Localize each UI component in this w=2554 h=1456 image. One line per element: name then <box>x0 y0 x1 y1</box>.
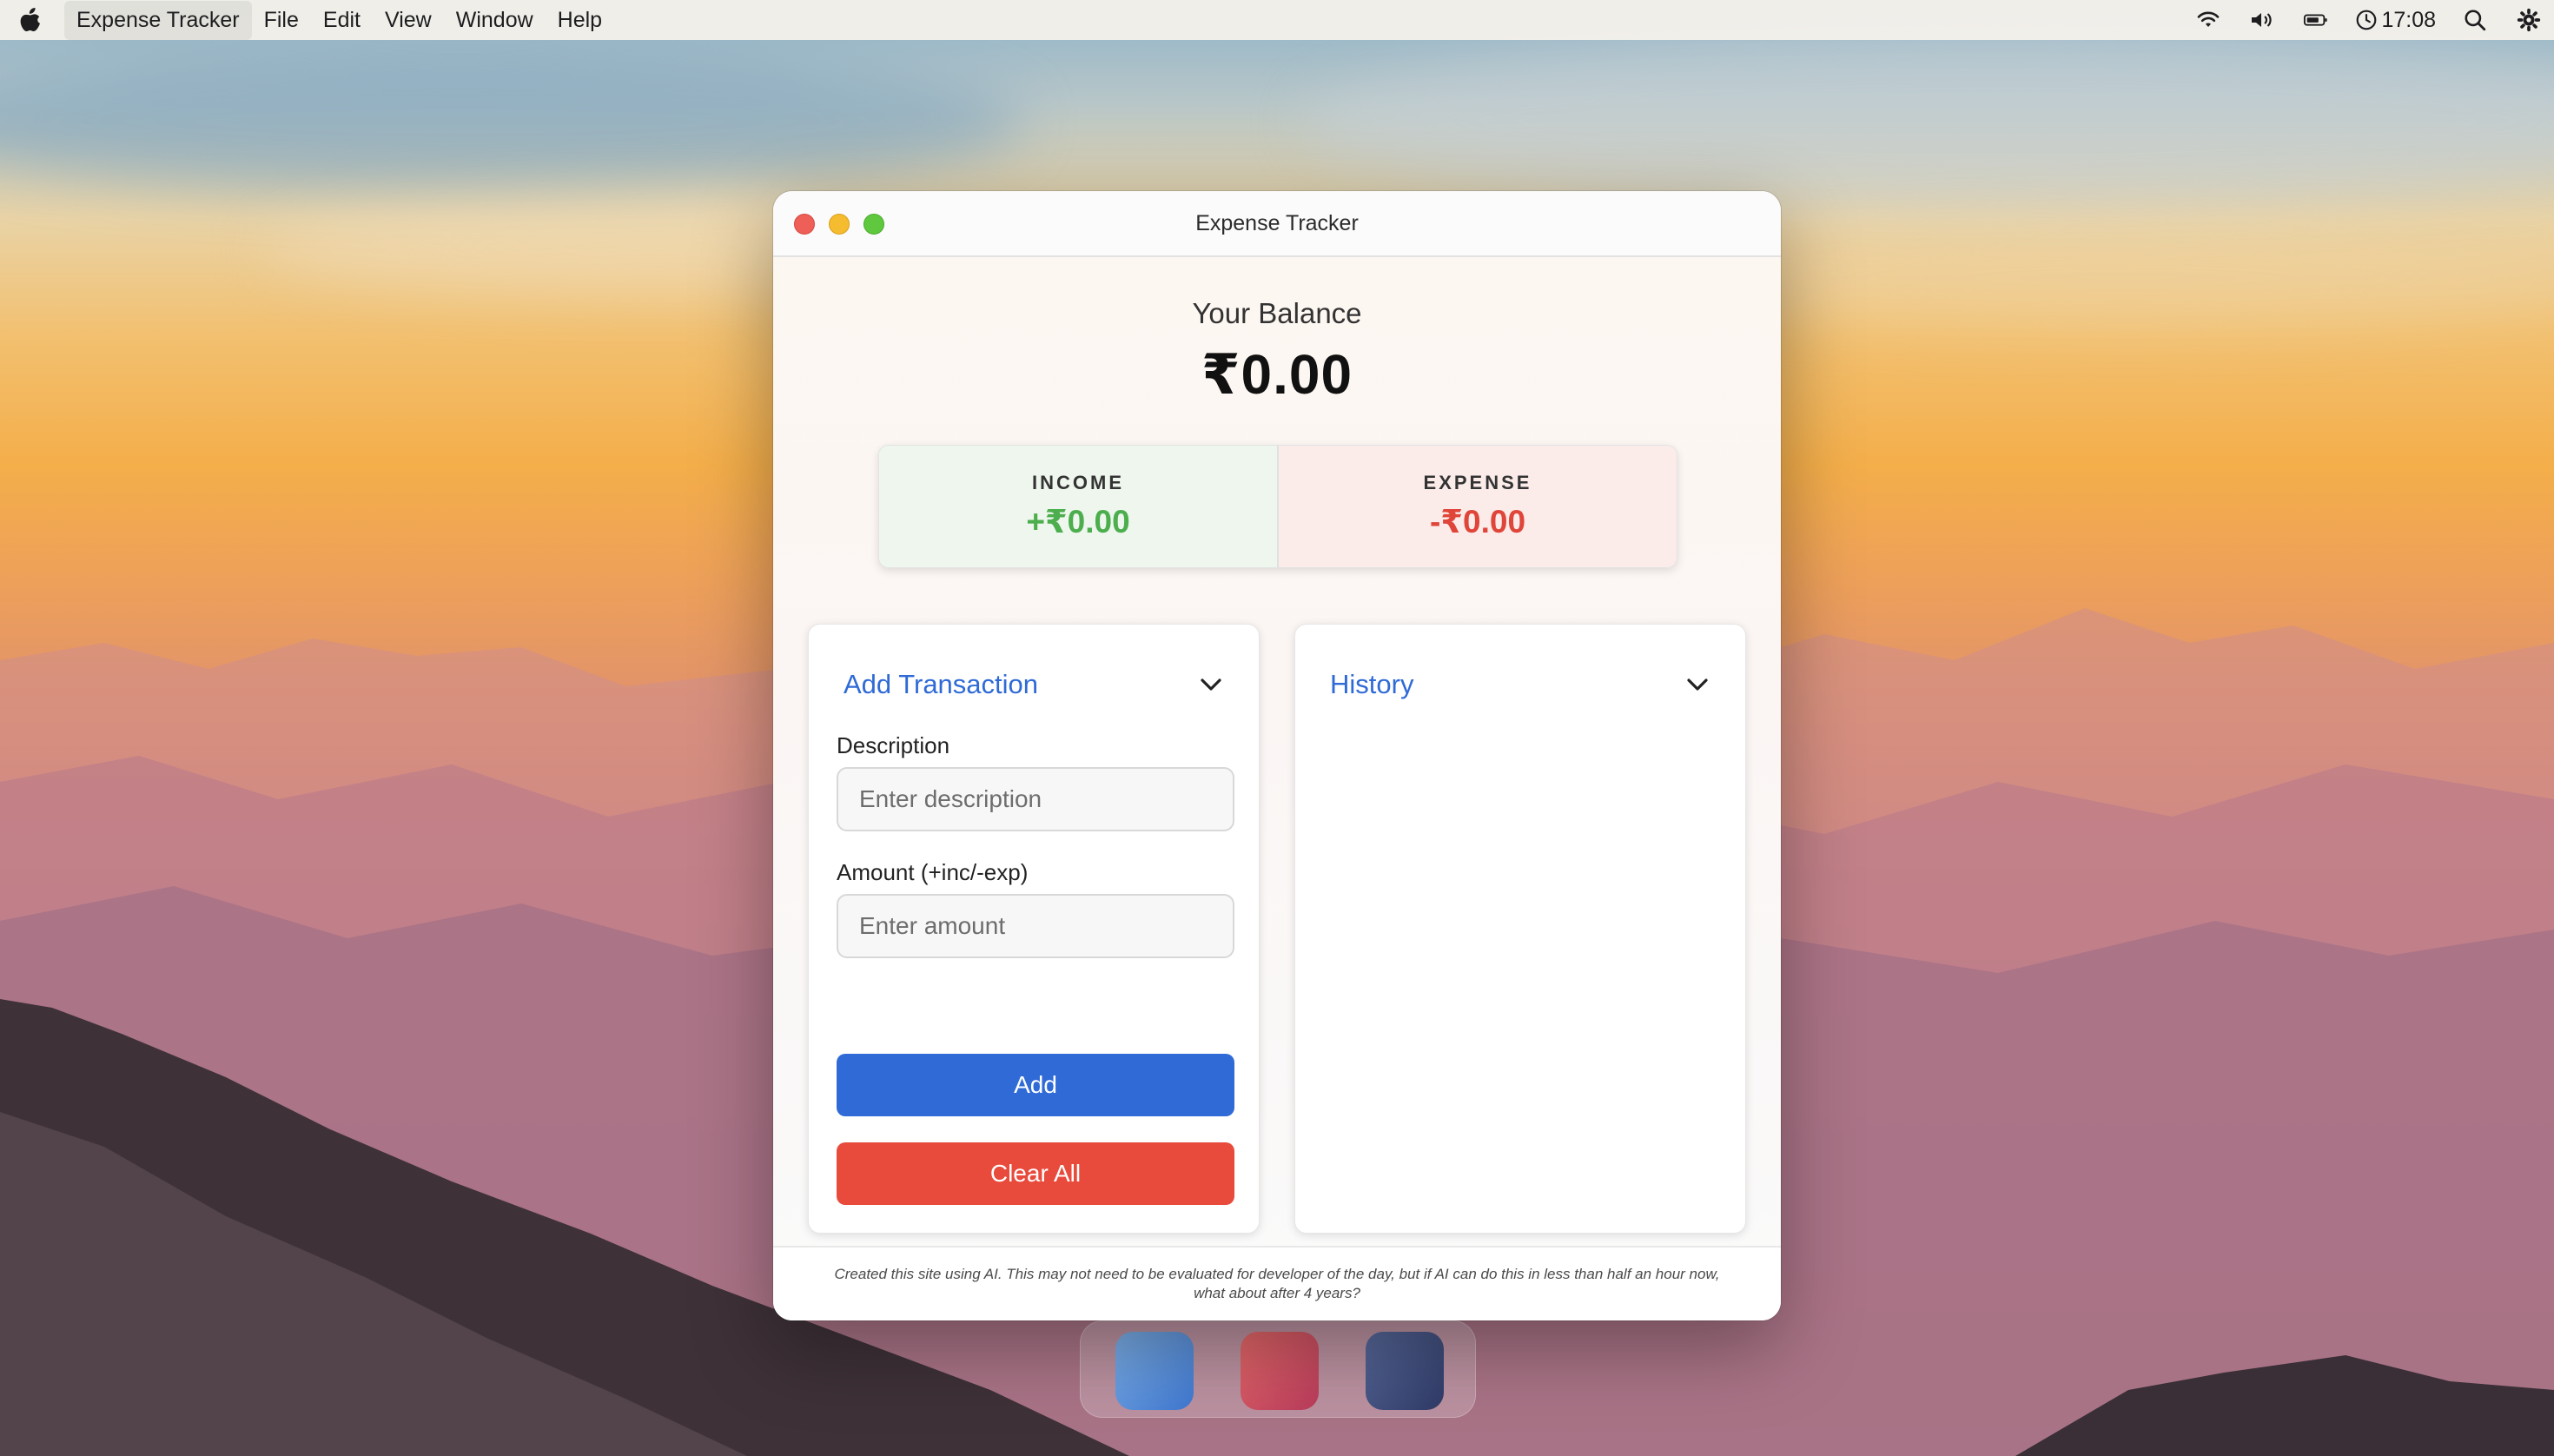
income-panel: INCOME +₹0.00 <box>879 446 1279 567</box>
menu-bar: Expense Tracker File Edit View Window He… <box>0 0 2554 40</box>
minimize-window-button[interactable] <box>829 214 850 235</box>
menu-help[interactable]: Help <box>546 1 614 40</box>
status-area: 17:08 <box>2193 7 2544 33</box>
menu-view[interactable]: View <box>373 1 444 40</box>
window-titlebar[interactable]: Expense Tracker <box>773 191 1781 257</box>
volume-icon[interactable] <box>2247 7 2277 33</box>
window-controls <box>794 214 884 235</box>
menu-window[interactable]: Window <box>444 1 546 40</box>
amount-label: Amount (+inc/-exp) <box>837 859 1029 885</box>
chevron-down-icon[interactable] <box>1683 670 1712 699</box>
income-value: +₹0.00 <box>1026 504 1130 539</box>
history-card: History <box>1294 624 1746 1234</box>
clock[interactable]: 17:08 <box>2355 8 2436 33</box>
menu-file[interactable]: File <box>252 1 311 40</box>
wifi-icon[interactable] <box>2193 7 2223 33</box>
clock-time: 17:08 <box>2381 7 2436 32</box>
clear-all-button[interactable]: Clear All <box>837 1142 1234 1205</box>
dock <box>1080 1320 1476 1418</box>
income-label: INCOME <box>1032 472 1124 493</box>
apple-logo-icon[interactable] <box>17 6 43 34</box>
maximize-window-button[interactable] <box>863 214 884 235</box>
expense-tracker-window: Expense Tracker Your Balance ₹0.00 INCOM… <box>773 191 1781 1320</box>
expense-value: -₹0.00 <box>1429 504 1526 539</box>
history-title: History <box>1330 669 1414 699</box>
balance-value: ₹0.00 <box>1201 343 1353 406</box>
amount-input[interactable] <box>837 894 1234 958</box>
dock-charts-app-icon[interactable] <box>1366 1332 1444 1410</box>
dock-money-app-icon[interactable] <box>1241 1332 1319 1410</box>
menu-app-name[interactable]: Expense Tracker <box>64 0 252 40</box>
income-expense-summary: INCOME +₹0.00 EXPENSE -₹0.00 <box>878 445 1677 568</box>
footer: Created this site using AI. This may not… <box>773 1246 1781 1320</box>
control-center-icon[interactable] <box>2514 7 2544 33</box>
search-icon[interactable] <box>2460 7 2490 33</box>
description-label: Description <box>837 732 950 758</box>
add-button[interactable]: Add <box>837 1054 1234 1116</box>
add-transaction-title: Add Transaction <box>844 669 1039 699</box>
close-window-button[interactable] <box>794 214 815 235</box>
footer-text: Created this site using AI. This may not… <box>834 1266 1720 1301</box>
battery-icon[interactable] <box>2301 7 2331 33</box>
expense-panel: EXPENSE -₹0.00 <box>1279 446 1677 567</box>
dock-finder-icon[interactable] <box>1115 1332 1194 1410</box>
history-header[interactable]: History <box>1330 666 1712 703</box>
add-transaction-header[interactable]: Add Transaction <box>844 666 1226 703</box>
clock-icon <box>2357 10 2377 30</box>
balance-label: Your Balance <box>1192 297 1362 329</box>
menu-edit[interactable]: Edit <box>311 1 373 40</box>
chevron-down-icon[interactable] <box>1196 670 1226 699</box>
description-input[interactable] <box>837 767 1234 831</box>
expense-label: EXPENSE <box>1423 472 1532 493</box>
add-transaction-card: Add Transaction Description Amount (+inc… <box>808 624 1260 1234</box>
app-content: Your Balance ₹0.00 INCOME +₹0.00 EXPENSE… <box>773 257 1781 1320</box>
window-title: Expense Tracker <box>1195 210 1359 235</box>
